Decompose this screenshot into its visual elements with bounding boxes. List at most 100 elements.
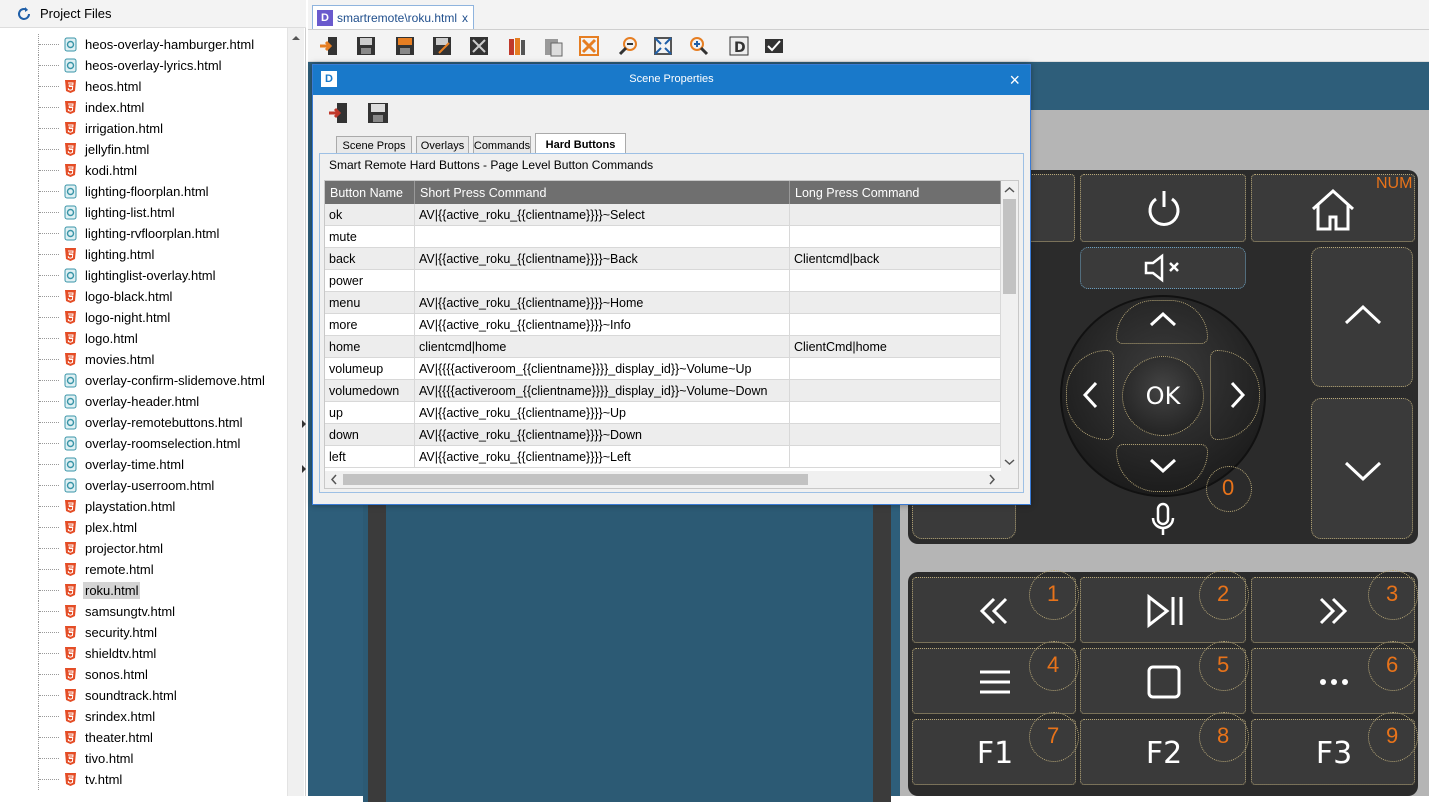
file-tree-item[interactable]: overlay-userroom.html (0, 475, 288, 496)
file-tree-item[interactable]: irrigation.html (0, 118, 288, 139)
f1-button[interactable]: F1 7 (912, 712, 1079, 785)
cell-button-name[interactable]: volumedown (325, 380, 415, 402)
cell-long-press[interactable] (790, 314, 1001, 336)
file-tree-item[interactable]: overlay-confirm-slidemove.html (0, 370, 288, 391)
cell-long-press[interactable] (790, 358, 1001, 380)
file-tree-item[interactable]: plex.html (0, 517, 288, 538)
file-tree-item[interactable]: lighting.html (0, 244, 288, 265)
file-tree-item[interactable]: heos.html (0, 76, 288, 97)
microphone-icon[interactable] (1150, 502, 1176, 538)
file-tree-item[interactable]: roku.html (0, 580, 288, 601)
file-tree-item[interactable]: heos-overlay-hamburger.html (0, 34, 288, 55)
scroll-up-icon[interactable] (288, 30, 304, 46)
dialog-close-button[interactable]: × (1009, 70, 1020, 91)
cell-long-press[interactable] (790, 446, 1001, 468)
cell-long-press[interactable] (790, 292, 1001, 314)
col-long-press[interactable]: Long Press Command (790, 181, 1001, 204)
menu-button[interactable]: 4 (912, 641, 1079, 714)
volume-up-button[interactable] (1311, 247, 1413, 387)
cell-button-name[interactable]: back (325, 248, 415, 270)
cell-short-press[interactable]: clientcmd|home (415, 336, 790, 358)
cell-button-name[interactable]: home (325, 336, 415, 358)
table-row[interactable]: more AV|{{active_roku_{{clientname}}}}~In… (325, 314, 1001, 336)
library-button[interactable] (504, 33, 530, 59)
file-tree-item[interactable]: jellyfin.html (0, 139, 288, 160)
scroll-left-icon[interactable] (327, 471, 341, 488)
tab-roku-html[interactable]: D smartremote\roku.html x (312, 5, 474, 29)
file-tree-item[interactable]: remote.html (0, 559, 288, 580)
file-tree-item[interactable]: playstation.html (0, 496, 288, 517)
table-row[interactable]: volumeup AV|{{{{activeroom_{{clientname}}… (325, 358, 1001, 380)
exit-icon[interactable] (327, 101, 351, 125)
table-row[interactable]: home clientcmd|home ClientCmd|home (325, 336, 1001, 358)
cell-button-name[interactable]: down (325, 424, 415, 446)
zoom-in-button[interactable] (686, 33, 712, 59)
cell-short-press[interactable]: AV|{{active_roku_{{clientname}}}}~Select (415, 204, 790, 226)
file-tree-item[interactable]: lighting-list.html (0, 202, 288, 223)
stop-button[interactable]: 5 (1080, 641, 1249, 714)
cell-short-press[interactable]: AV|{{active_roku_{{clientname}}}}~Down (415, 424, 790, 446)
vertical-scroll-thumb[interactable] (1003, 199, 1016, 294)
home-button[interactable]: NUM (1251, 174, 1415, 242)
file-tree-item[interactable]: index.html (0, 97, 288, 118)
table-row[interactable]: menu AV|{{active_roku_{{clientname}}}}~Ho… (325, 292, 1001, 314)
refresh-icon[interactable] (16, 6, 32, 22)
cell-long-press[interactable] (790, 226, 1001, 248)
mute-button[interactable] (1080, 247, 1246, 289)
cell-short-press[interactable]: AV|{{active_roku_{{clientname}}}}~Info (415, 314, 790, 336)
save-icon[interactable] (366, 101, 390, 125)
cell-button-name[interactable]: volumeup (325, 358, 415, 380)
file-tree-item[interactable]: lighting-floorplan.html (0, 181, 288, 202)
table-row[interactable]: up AV|{{active_roku_{{clientname}}}}~Up (325, 402, 1001, 424)
fast-forward-button[interactable]: 3 (1251, 570, 1418, 643)
f2-button[interactable]: F2 8 (1080, 712, 1249, 785)
file-tree-item[interactable]: security.html (0, 622, 288, 643)
file-tree-item[interactable]: tivo.html (0, 748, 288, 769)
file-tree-item[interactable]: projector.html (0, 538, 288, 559)
zoom-out-button[interactable] (615, 33, 641, 59)
cell-short-press[interactable]: AV|{{active_roku_{{clientname}}}}~Home (415, 292, 790, 314)
scroll-right-icon[interactable] (985, 471, 999, 488)
save-button[interactable] (353, 33, 379, 59)
table-row[interactable]: ok AV|{{active_roku_{{clientname}}}}~Sele… (325, 204, 1001, 226)
col-short-press[interactable]: Short Press Command (415, 181, 790, 204)
table-row[interactable]: back AV|{{active_roku_{{clientname}}}}~Ba… (325, 248, 1001, 270)
file-tree-item[interactable]: overlay-header.html (0, 391, 288, 412)
save-as-button[interactable] (429, 33, 455, 59)
ok-button[interactable]: OK (1122, 356, 1204, 436)
table-row[interactable]: mute (325, 226, 1001, 248)
play-pause-button[interactable]: 2 (1080, 570, 1249, 643)
rewind-button[interactable]: 1 (912, 570, 1079, 643)
tab-close-button[interactable]: x (462, 11, 468, 25)
save-all-button[interactable] (392, 33, 418, 59)
file-tree-item[interactable]: movies.html (0, 349, 288, 370)
cell-long-press[interactable] (790, 204, 1001, 226)
cell-long-press[interactable] (790, 402, 1001, 424)
cell-long-press[interactable] (790, 270, 1001, 292)
file-tree-item[interactable]: srindex.html (0, 706, 288, 727)
file-tree-item[interactable]: soundtrack.html (0, 685, 288, 706)
cell-button-name[interactable]: ok (325, 204, 415, 226)
cell-short-press[interactable]: AV|{{active_roku_{{clientname}}}}~Back (415, 248, 790, 270)
cell-button-name[interactable]: power (325, 270, 415, 292)
f3-button[interactable]: F3 9 (1251, 712, 1418, 785)
file-tree-item[interactable]: theater.html (0, 727, 288, 748)
file-tree-item[interactable]: overlay-time.html (0, 454, 288, 475)
cell-short-press[interactable]: AV|{{active_roku_{{clientname}}}}~Up (415, 402, 790, 424)
digit-0-button[interactable]: 0 (1206, 466, 1252, 512)
table-row[interactable]: power (325, 270, 1001, 292)
grid-vertical-scrollbar[interactable] (1001, 181, 1018, 471)
power-button[interactable] (1080, 174, 1246, 242)
table-row[interactable]: volumedown AV|{{{{activeroom_{{clientname… (325, 380, 1001, 402)
file-tree-item[interactable]: lightinglist-overlay.html (0, 265, 288, 286)
designer-button[interactable]: D (726, 33, 752, 59)
scroll-down-icon[interactable] (1001, 455, 1018, 469)
cell-short-press[interactable]: AV|{{active_roku_{{clientname}}}}~Left (415, 446, 790, 468)
grid-horizontal-scrollbar[interactable] (325, 471, 1018, 488)
table-row[interactable]: left AV|{{active_roku_{{clientname}}}}~Le… (325, 446, 1001, 468)
cell-button-name[interactable]: up (325, 402, 415, 424)
horizontal-scroll-thumb[interactable] (343, 474, 808, 485)
cell-long-press[interactable] (790, 424, 1001, 446)
delete-button[interactable] (576, 33, 602, 59)
file-tree-item[interactable]: logo.html (0, 328, 288, 349)
